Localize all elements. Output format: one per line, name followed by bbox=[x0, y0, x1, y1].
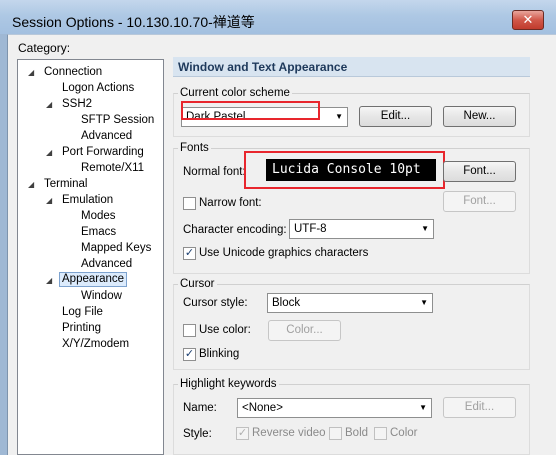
blinking-checkbox[interactable]: ✓ bbox=[183, 348, 196, 361]
tree-item-xyzmodem[interactable]: X/Y/Zmodem bbox=[62, 337, 129, 352]
normal-font-label: Normal font: bbox=[183, 166, 246, 178]
tree-item-connection[interactable]: Connection bbox=[44, 65, 102, 80]
expand-arrow-icon[interactable]: ◢ bbox=[28, 177, 34, 192]
narrow-font-label: Narrow font: bbox=[199, 197, 262, 209]
color-label: Color bbox=[390, 427, 418, 439]
cursor-style-label: Cursor style: bbox=[183, 297, 248, 309]
highlight-name-dropdown[interactable]: <None> ▼ bbox=[237, 398, 432, 418]
unicode-graphics-label: Use Unicode graphics characters bbox=[199, 247, 369, 259]
expand-arrow-icon[interactable]: ◢ bbox=[46, 97, 52, 112]
expand-arrow-icon[interactable]: ◢ bbox=[46, 193, 52, 208]
expand-arrow-icon[interactable]: ◢ bbox=[46, 273, 52, 288]
cursor-style-value: Block bbox=[272, 297, 301, 309]
chevron-down-icon: ▼ bbox=[420, 298, 428, 307]
tree-item-remote-x11[interactable]: Remote/X11 bbox=[81, 161, 144, 176]
highlight-keywords-group-title: Highlight keywords bbox=[178, 378, 279, 390]
tree-item-terminal[interactable]: Terminal bbox=[44, 177, 87, 192]
tree-item-port-forwarding[interactable]: Port Forwarding bbox=[62, 145, 144, 160]
expand-arrow-icon[interactable]: ◢ bbox=[46, 145, 52, 160]
bold-label: Bold bbox=[345, 427, 369, 439]
tree-item-emulation-advanced[interactable]: Advanced bbox=[81, 257, 132, 272]
highlight-edit-button[interactable]: Edit... bbox=[443, 397, 516, 418]
character-encoding-label: Character encoding: bbox=[183, 224, 287, 236]
window-title: Session Options - 10.130.10.70-禅道等 bbox=[12, 14, 255, 30]
expand-arrow-icon[interactable]: ◢ bbox=[28, 65, 34, 80]
highlight-keywords-group bbox=[173, 384, 530, 455]
fonts-group-title: Fonts bbox=[178, 142, 211, 154]
highlight-name-value: <None> bbox=[242, 402, 283, 414]
highlight-annotation-box bbox=[181, 101, 320, 120]
tree-item-emacs[interactable]: Emacs bbox=[81, 225, 116, 240]
tree-item-ssh2[interactable]: SSH2 bbox=[62, 97, 92, 112]
new-color-scheme-button[interactable]: New... bbox=[443, 106, 516, 127]
tree-item-emulation[interactable]: Emulation bbox=[62, 193, 113, 208]
tree-item-appearance[interactable]: Appearance bbox=[59, 272, 128, 287]
unicode-graphics-checkbox[interactable]: ✓ bbox=[183, 247, 196, 260]
color-checkbox[interactable] bbox=[374, 427, 387, 440]
tree-item-mapped-keys[interactable]: Mapped Keys bbox=[81, 241, 151, 256]
color-scheme-group-title: Current color scheme bbox=[178, 87, 292, 99]
chevron-down-icon: ▼ bbox=[335, 112, 343, 121]
normal-font-button[interactable]: Font... bbox=[443, 161, 516, 182]
tree-item-printing[interactable]: Printing bbox=[62, 321, 101, 336]
blinking-label: Blinking bbox=[199, 348, 240, 360]
tree-item-ssh2-advanced[interactable]: Advanced bbox=[81, 129, 132, 144]
narrow-font-checkbox[interactable] bbox=[183, 197, 196, 210]
tree-item-logon-actions[interactable]: Logon Actions bbox=[62, 81, 134, 96]
highlight-style-label: Style: bbox=[183, 428, 212, 440]
cursor-style-dropdown[interactable]: Block ▼ bbox=[267, 293, 433, 313]
chevron-down-icon: ▼ bbox=[421, 224, 429, 233]
category-label: Category: bbox=[18, 41, 71, 55]
cursor-color-button[interactable]: Color... bbox=[268, 320, 341, 341]
category-tree[interactable]: ◢ Connection Logon Actions ◢ SSH2 SFTP S… bbox=[17, 59, 164, 455]
section-header: Window and Text Appearance bbox=[173, 57, 530, 77]
use-color-label: Use color: bbox=[199, 324, 251, 336]
reverse-video-checkbox[interactable]: ✓ bbox=[236, 427, 249, 440]
reverse-video-label: Reverse video bbox=[252, 427, 326, 439]
tree-item-sftp-session[interactable]: SFTP Session bbox=[81, 113, 154, 128]
tree-item-log-file[interactable]: Log File bbox=[62, 305, 103, 320]
narrow-font-button[interactable]: Font... bbox=[443, 191, 516, 212]
highlight-name-label: Name: bbox=[183, 402, 217, 414]
character-encoding-value: UTF-8 bbox=[294, 223, 327, 235]
bold-checkbox[interactable] bbox=[329, 427, 342, 440]
use-color-checkbox[interactable] bbox=[183, 324, 196, 337]
edit-color-scheme-button[interactable]: Edit... bbox=[359, 106, 432, 127]
close-button[interactable]: ✕ bbox=[512, 10, 544, 30]
cursor-group-title: Cursor bbox=[178, 278, 217, 290]
highlight-annotation-box bbox=[244, 151, 445, 189]
character-encoding-dropdown[interactable]: UTF-8 ▼ bbox=[289, 219, 434, 239]
tree-item-window[interactable]: Window bbox=[81, 289, 122, 304]
tree-item-modes[interactable]: Modes bbox=[81, 209, 116, 224]
chevron-down-icon: ▼ bbox=[419, 403, 427, 412]
